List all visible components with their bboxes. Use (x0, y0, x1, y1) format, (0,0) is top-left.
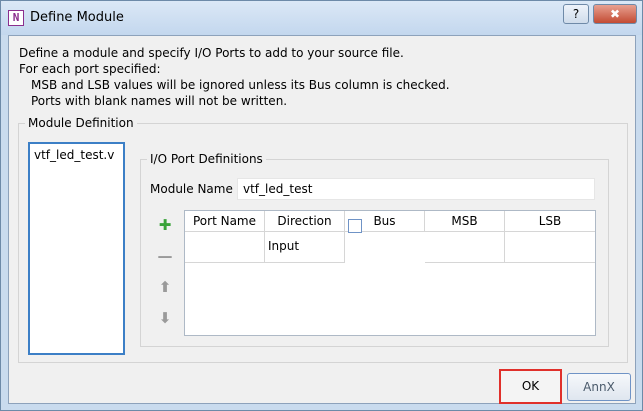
remove-port-icon[interactable]: — (154, 245, 176, 267)
instruction-line: MSB and LSB values will be ignored unles… (31, 78, 450, 92)
module-name-input[interactable]: vtf_led_test (237, 178, 595, 200)
module-file-list[interactable]: vtf_led_test.v (28, 142, 125, 355)
io-port-definitions-label: I/O Port Definitions (147, 152, 266, 166)
column-header-direction[interactable]: Direction (265, 211, 345, 232)
define-module-dialog: N Define Module ? ✖ Define a module and … (0, 0, 643, 411)
direction-cell[interactable]: Input (265, 232, 345, 263)
ok-button[interactable]: OK (499, 369, 562, 404)
column-header-msb[interactable]: MSB (425, 211, 505, 232)
instruction-line: For each port specified: (19, 62, 161, 76)
column-header-lsb[interactable]: LSB (505, 211, 595, 232)
move-down-icon[interactable]: ⬇ (154, 307, 176, 329)
help-button[interactable]: ? (563, 4, 589, 24)
window-title: Define Module (30, 10, 124, 25)
title-bar[interactable]: N Define Module ? ✖ (1, 1, 642, 35)
list-item[interactable]: vtf_led_test.v (34, 148, 114, 162)
app-icon: N (8, 10, 24, 26)
lsb-cell[interactable] (505, 232, 595, 263)
bus-checkbox[interactable] (348, 219, 362, 233)
port-name-cell[interactable] (185, 232, 265, 263)
instruction-line: Define a module and specify I/O Ports to… (19, 46, 404, 60)
module-definition-label: Module Definition (25, 116, 137, 130)
add-port-icon[interactable]: ✚ (154, 214, 176, 236)
column-header-port-name[interactable]: Port Name (185, 211, 265, 232)
module-name-label: Module Name (150, 182, 233, 196)
close-button[interactable]: ✖ (593, 4, 637, 24)
msb-cell[interactable] (425, 232, 505, 263)
move-up-icon[interactable]: ⬆ (154, 276, 176, 298)
port-table: Port Name Direction Bus MSB LSB Input (184, 210, 596, 336)
instruction-line: Ports with blank names will not be writt… (31, 94, 288, 108)
dialog-content: Define a module and specify I/O Ports to… (8, 35, 636, 404)
cancel-button[interactable]: AnnX (567, 373, 631, 401)
